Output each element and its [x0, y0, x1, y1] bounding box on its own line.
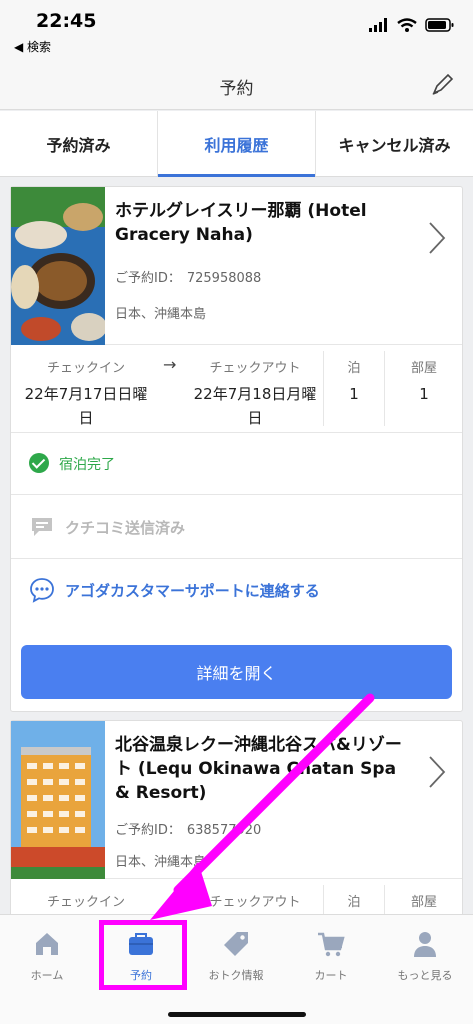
contact-support-link[interactable]: アゴダカスタマーサポートに連絡する	[65, 580, 320, 601]
status-time: 22:45	[36, 10, 97, 32]
hotel-location: 日本、沖縄本島	[115, 307, 207, 322]
hotel-name: ホテルグレイスリー那覇 (Hotel Gracery Naha)	[115, 201, 367, 245]
booking-id-value: 725958088	[186, 271, 262, 286]
nights-value: 1	[349, 385, 359, 403]
chevron-right-icon[interactable]	[428, 755, 446, 789]
tab-booked[interactable]: 予約済み	[0, 111, 158, 176]
nights-label: 泊	[347, 361, 361, 376]
hotel-photo	[11, 187, 105, 345]
cart-icon	[318, 932, 345, 957]
checkout-label: チェックアウト	[209, 895, 301, 910]
wifi-icon	[397, 18, 417, 32]
booking-list: ホテルグレイスリー那覇 (Hotel Gracery Naha) ご予約ID： 7…	[0, 178, 473, 914]
nights-label: 泊	[347, 895, 361, 910]
status-icons	[369, 18, 455, 32]
back-to-search-link[interactable]: ◀ 検索	[14, 38, 51, 55]
bottom-tab-label: ホーム	[30, 969, 64, 982]
user-icon	[414, 932, 436, 957]
hotel-name: 北谷温泉レクー沖縄北谷スパ&リゾート (Lequ Okinawa Chatan …	[115, 735, 402, 803]
bottom-tab-label: もっと見る	[397, 969, 453, 982]
checkout-label: チェックアウト	[209, 361, 301, 376]
rooms-column: 部屋 1	[385, 345, 463, 433]
edit-icon[interactable]	[429, 72, 455, 98]
booking-card: 北谷温泉レクー沖縄北谷スパ&リゾート (Lequ Okinawa Chatan …	[10, 720, 463, 914]
checkout-date: 22年7月18日月曜日	[193, 385, 317, 427]
booking-id: ご予約ID： 638577920	[115, 819, 261, 838]
bottom-tab-label: カート	[314, 969, 348, 982]
checkin-column: チェックイン 22年7月17日日曜日	[11, 345, 161, 433]
checkin-column: チェックイン	[11, 879, 161, 914]
checkin-label: チェックイン	[46, 895, 125, 910]
arrow-right-icon: →	[163, 355, 177, 374]
chat-bubble-icon	[30, 578, 54, 603]
hotel-header[interactable]: 北谷温泉レクー沖縄北谷スパ&リゾート (Lequ Okinawa Chatan …	[11, 721, 462, 879]
stay-status: 宿泊完了	[11, 433, 462, 495]
rooms-label: 部屋	[410, 361, 437, 376]
nights-column: 泊 1	[324, 345, 384, 433]
booking-card: ホテルグレイスリー那覇 (Hotel Gracery Naha) ご予約ID： 7…	[10, 186, 463, 712]
battery-icon	[425, 18, 454, 32]
review-status: クチコミ送信済み	[65, 519, 186, 537]
stay-dates: チェックイン 22年7月17日日曜日 → チェックアウト 22年7月18日月曜日…	[11, 345, 462, 433]
comment-icon	[32, 518, 52, 536]
support-row[interactable]: アゴダカスタマーサポートに連絡する	[11, 559, 462, 623]
rooms-column: 部屋	[385, 879, 463, 914]
booking-id: ご予約ID： 725958088	[115, 267, 261, 286]
hotel-location: 日本、沖縄本島	[115, 855, 207, 870]
bottom-tab-cart[interactable]: カート	[284, 929, 378, 983]
home-icon	[36, 933, 58, 955]
tab-cancelled[interactable]: キャンセル済み	[316, 111, 473, 176]
checkout-column: チェックアウト 22年7月18日月曜日	[187, 345, 323, 433]
nights-column: 泊	[324, 879, 384, 914]
hotel-photo	[11, 721, 105, 879]
chevron-right-icon[interactable]	[428, 221, 446, 255]
booking-id-value: 638577920	[186, 823, 262, 838]
status-text: 宿泊完了	[59, 457, 115, 473]
rooms-label: 部屋	[410, 895, 437, 910]
bottom-tab-bar: ホーム 予約 おトク情報 カート もっと見る	[0, 914, 473, 1024]
checkin-label: チェックイン	[46, 361, 125, 376]
booking-tabs: 予約済み 利用履歴 キャンセル済み	[0, 111, 473, 177]
tab-history[interactable]: 利用履歴	[158, 111, 316, 177]
stay-dates: チェックイン チェックアウト 泊 部屋	[11, 879, 462, 914]
status-bar: 22:45 ◀ 検索	[0, 0, 473, 60]
open-details-button[interactable]: 詳細を開く	[21, 645, 452, 699]
checkout-column: チェックアウト	[187, 879, 323, 914]
signal-icon	[369, 18, 387, 32]
bottom-tab-label: おトク情報	[208, 969, 264, 982]
booking-id-label: ご予約ID：	[115, 823, 181, 838]
bottom-tab-more[interactable]: もっと見る	[378, 929, 472, 983]
booking-id-label: ご予約ID：	[115, 271, 181, 286]
page-title: 予約	[219, 79, 254, 99]
review-status-row: クチコミ送信済み	[11, 495, 462, 559]
checkin-date: 22年7月17日日曜日	[24, 385, 148, 427]
annotation-highlight-box	[99, 920, 187, 990]
check-circle-icon	[29, 453, 49, 473]
home-indicator	[168, 1012, 306, 1017]
bottom-tab-deals[interactable]: おトク情報	[189, 929, 283, 983]
navigation-bar: 予約	[0, 60, 473, 110]
rooms-value: 1	[419, 385, 429, 403]
hotel-header[interactable]: ホテルグレイスリー那覇 (Hotel Gracery Naha) ご予約ID： 7…	[11, 187, 462, 345]
bottom-tab-home[interactable]: ホーム	[0, 929, 94, 983]
tag-icon	[224, 932, 248, 956]
